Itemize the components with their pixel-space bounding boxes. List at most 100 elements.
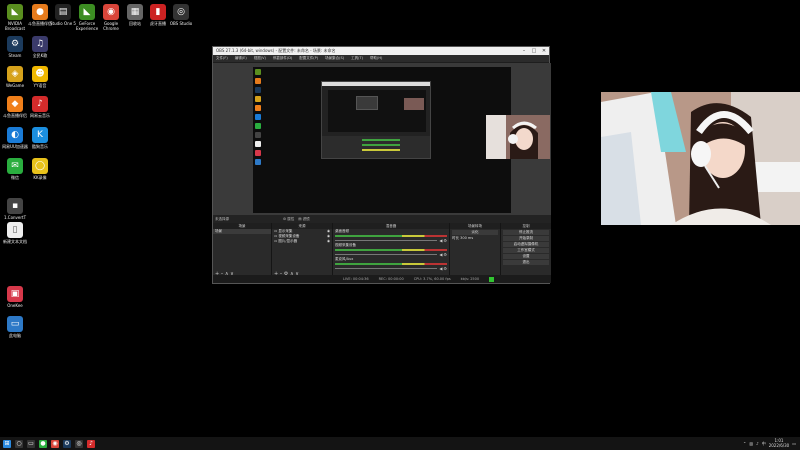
taskbar-obs-icon[interactable]: ◎ xyxy=(75,439,83,448)
taskbar-chrome-icon[interactable]: ◉ xyxy=(51,439,59,448)
control-button[interactable]: 设置 xyxy=(503,254,549,259)
desktop-icon[interactable]: ▭ 此电脑 xyxy=(0,316,30,338)
speaker-icon[interactable]: ◀ xyxy=(439,238,442,243)
desktop-icon[interactable]: ▯ 新建文本文档 xyxy=(0,222,30,244)
obs-window[interactable]: OBS 27.1.3 (64-bit, windows) - 配置文件: 未命名… xyxy=(212,46,551,284)
desktop-icon[interactable]: ☻ YY语音 xyxy=(25,66,55,88)
network-icon[interactable]: ▥ xyxy=(749,441,753,446)
volume-icon[interactable]: ♪ xyxy=(756,441,759,446)
app-icon: ◈ xyxy=(7,66,23,82)
desktop-icon-label: YY语音 xyxy=(33,83,47,88)
menu-item[interactable]: 场景集合(S) xyxy=(325,56,344,61)
chevron-up-icon[interactable]: ⌃ xyxy=(743,441,746,446)
properties-button[interactable]: ⚙ 属性 xyxy=(283,217,294,222)
obs-titlebar[interactable]: OBS 27.1.3 (64-bit, windows) - 配置文件: 未命名… xyxy=(213,47,549,55)
input-language[interactable]: 中 xyxy=(762,441,766,447)
desktop-icon-label: 新建文本文档 xyxy=(3,239,27,244)
desktop-icon[interactable]: K 酷狗音乐 xyxy=(25,127,55,149)
app-icon: ▦ xyxy=(127,4,143,20)
app-icon: ▪ xyxy=(7,198,23,214)
desktop-icon[interactable]: ◯ KK录像 xyxy=(25,158,55,180)
source-item[interactable]: ▭ 图片/显示器 ◉ xyxy=(272,239,332,244)
mixer-channel: 桌面音频 ◀ ⚙ xyxy=(333,229,449,243)
gear-icon[interactable]: ⚙ xyxy=(443,266,447,271)
obs-menubar: 文件(F) 编辑(E) 视图(V) 停靠部件(D) 配置文件(P) 场景集合(S) 工具(T… xyxy=(213,55,549,62)
menu-item[interactable]: 配置文件(P) xyxy=(299,56,318,61)
taskbar: ⊞ ○ ▭ ● ◉ ⚙ ◎ ♪ ⌃ ▥ ♪ 中 1:01 2022/6/30 ▭ xyxy=(0,437,800,450)
mixer-dock: 混音器 桌面音频 ◀ ⚙ 视频采集设备 ◀ ⚙ 麦克风/Aux ◀ ⚙ xyxy=(333,223,449,277)
desktop-icon-label: OBS Studio xyxy=(169,21,193,26)
app-icon: ⚙ xyxy=(7,36,23,52)
volume-meter xyxy=(335,263,447,265)
scenes-dock: 场景 场景 + – ∧ ∨ xyxy=(213,223,271,277)
taskbar-steam-icon[interactable]: ⚙ xyxy=(63,439,71,448)
app-icon: ✉ xyxy=(7,158,23,174)
app-icon: ◉ xyxy=(103,4,119,20)
desktop-icon[interactable]: ♫ 全民K歌 xyxy=(25,36,55,58)
preview-canvas[interactable] xyxy=(253,67,550,213)
volume-slider[interactable] xyxy=(335,254,438,255)
desktop-icon[interactable]: ♪ 网易云音乐 xyxy=(25,96,55,118)
desktop-icon-label: KK录像 xyxy=(33,175,47,180)
live-time: LIVE: 00:04:36 xyxy=(343,277,369,281)
system-tray: ⌃ ▥ ♪ 中 1:01 2022/6/30 ▭ xyxy=(743,437,796,450)
mixer-channel-label: 视频采集设备 xyxy=(335,243,356,247)
webcam-overlay xyxy=(601,92,800,225)
control-button[interactable]: 工作室模式 xyxy=(503,248,549,253)
app-icon: ▯ xyxy=(7,222,23,238)
sources-dock: 来源 ▭ 显示采集 ◉ ▭ 视频采集设备 ◉ ▭ 图片/显示器 ◉ + – ⚙ ∧ ∨ xyxy=(272,223,332,277)
mixer-channel: 视频采集设备 ◀ ⚙ xyxy=(333,243,449,257)
desktop-icon-label: 1.ConvertT xyxy=(3,215,27,220)
menu-item[interactable]: 编辑(E) xyxy=(235,56,247,61)
menu-item[interactable]: 视图(V) xyxy=(254,56,266,61)
mixer-channel-label: 麦克风/Aux xyxy=(335,257,354,261)
close-icon[interactable]: ✕ xyxy=(539,48,549,54)
taskbar-wechat-icon[interactable]: ● xyxy=(39,439,47,448)
desktop-icon-label: 全民K歌 xyxy=(32,53,48,58)
volume-slider[interactable] xyxy=(335,268,438,269)
control-button[interactable]: 启动虚拟摄像机 xyxy=(503,242,549,247)
volume-meter xyxy=(335,235,447,237)
taskbar-start-icon[interactable]: ⊞ xyxy=(3,439,11,448)
menu-item[interactable]: 帮助(H) xyxy=(370,56,382,61)
speaker-icon[interactable]: ◀ xyxy=(439,266,442,271)
transitions-dock: 场景转场 淡化 时长 300 ms xyxy=(450,223,500,277)
notification-icon[interactable]: ▭ xyxy=(792,441,796,446)
speaker-icon[interactable]: ◀ xyxy=(439,252,442,257)
menu-item[interactable]: 文件(F) xyxy=(216,56,228,61)
eye-icon[interactable]: ◉ xyxy=(327,239,330,244)
app-icon: ◎ xyxy=(173,4,189,20)
source-toolbar: 未选择源 ⚙ 属性 ▤ 滤镜 xyxy=(213,215,551,223)
desktop-icon[interactable]: ▪ 1.ConvertT xyxy=(0,198,30,220)
taskbar-search-icon[interactable]: ○ xyxy=(15,439,23,448)
menu-item[interactable]: 停靠部件(D) xyxy=(273,56,292,61)
filters-button[interactable]: ▤ 滤镜 xyxy=(298,217,309,222)
minimize-icon[interactable]: – xyxy=(519,48,529,54)
app-icon: ◣ xyxy=(7,4,23,20)
control-button[interactable]: 退出 xyxy=(503,260,549,265)
desktop-icon[interactable]: ◎ OBS Studio xyxy=(166,4,196,26)
app-icon: K xyxy=(32,127,48,143)
gear-icon[interactable]: ⚙ xyxy=(443,252,447,257)
taskbar-task-view-icon[interactable]: ▭ xyxy=(27,439,35,448)
scene-item[interactable]: 场景 xyxy=(213,229,271,234)
mixer-channel-label: 桌面音频 xyxy=(335,229,349,233)
maximize-icon[interactable]: □ xyxy=(529,48,539,54)
desktop-icon[interactable]: ▣ OneKee xyxy=(0,286,30,308)
app-icon: ▤ xyxy=(55,4,71,20)
transition-type-select[interactable]: 淡化 xyxy=(452,230,498,235)
control-button[interactable]: 停止推流 xyxy=(503,230,549,235)
control-button[interactable]: 开始录制 xyxy=(503,236,549,241)
transition-duration[interactable]: 时长 300 ms xyxy=(450,236,500,241)
app-icon: ☻ xyxy=(32,66,48,82)
menu-item[interactable]: 工具(T) xyxy=(351,56,363,61)
app-icon: ◯ xyxy=(32,158,48,174)
gear-icon[interactable]: ⚙ xyxy=(443,238,447,243)
obs-preview[interactable] xyxy=(213,63,551,215)
live-indicator-icon xyxy=(489,276,495,282)
obs-docks: 场景 场景 + – ∧ ∨ 来源 ▭ 显示采集 ◉ ▭ 视频采集设备 ◉ ▭ 图片/显示… xyxy=(213,223,551,277)
taskbar-clock[interactable]: 1:01 2022/6/30 xyxy=(769,438,790,448)
volume-slider[interactable] xyxy=(335,240,438,241)
taskbar-netease-icon[interactable]: ♪ xyxy=(87,439,95,448)
app-icon: ◣ xyxy=(79,4,95,20)
